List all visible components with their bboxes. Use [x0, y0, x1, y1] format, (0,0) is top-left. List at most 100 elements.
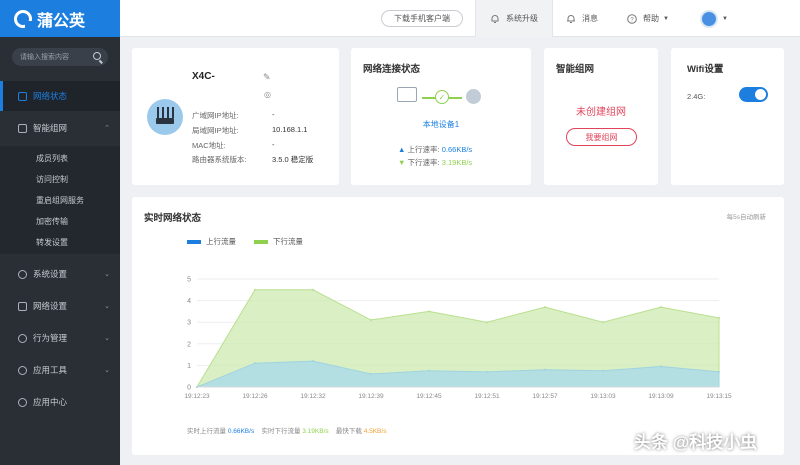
user-menu[interactable]: ▼	[700, 0, 728, 37]
dashboard-icon	[18, 91, 27, 101]
smart-mesh-title: 智能组网	[556, 64, 595, 75]
bell-icon	[491, 14, 499, 23]
chevron-down-icon: ⌄	[104, 335, 110, 342]
hide-eye-icon[interactable]: ◎	[264, 90, 271, 99]
top-bar: 蒲公英 下载手机客户端 系统升级 消息 ? 帮助 ▼ ▼	[0, 0, 800, 37]
data-point	[428, 369, 430, 372]
messages-label: 消息	[582, 14, 598, 23]
search-icon[interactable]	[93, 52, 101, 60]
app-center-icon	[18, 397, 27, 407]
dandelion-logo-icon	[14, 9, 32, 28]
data-point	[718, 316, 720, 319]
x-tick-label: 19:12:39	[358, 393, 384, 400]
sidebar-item-system-settings[interactable]: 系统设置 ⌄	[0, 259, 120, 289]
submenu-item-restart-service[interactable]: 重启组网服务	[36, 195, 84, 206]
x-tick-label: 19:13:09	[648, 393, 674, 400]
arrow-down-icon: ▼	[398, 158, 406, 167]
system-upgrade-button[interactable]: 系统升级	[475, 0, 553, 37]
local-device-link[interactable]: 本地设备1	[351, 119, 531, 130]
wifi-toggle[interactable]	[739, 87, 768, 102]
y-tick-label: 3	[187, 320, 191, 327]
traffic-area-chart: 0 1 2 3 4 5 19:12:23 19:12:26 19:12:32 19:12:39 19…	[184, 277, 732, 401]
x-tick-label: 19:12:45	[416, 393, 442, 400]
router-icon	[147, 99, 183, 135]
download-rate-label: 下行速率:	[407, 158, 440, 167]
behavior-icon	[18, 333, 27, 343]
x-tick-label: 19:12:23	[184, 393, 210, 400]
realtime-network-card: 实时网络状态 每5s自动刷新 上行流量 下行流量 0 1 2 3 4 5 19:12:23 1…	[132, 197, 784, 455]
submenu-smart-mesh: 成员列表 访问控制 重启组网服务 加密传输 转发设置	[0, 146, 120, 254]
sidebar-item-app-center[interactable]: 应用中心	[0, 387, 120, 417]
realtime-download-value: 3.19KB/s	[302, 428, 329, 435]
data-point	[428, 310, 430, 313]
device-name: X4C-	[192, 71, 215, 82]
edit-icon[interactable]: ✎	[263, 72, 271, 83]
sidebar-item-label: 系统设置	[33, 269, 68, 279]
data-point	[718, 370, 720, 373]
firmware-label: 路由器系统版本:	[192, 155, 247, 164]
y-tick-label: 1	[187, 363, 191, 370]
mac-label: MAC地址:	[192, 141, 226, 150]
sidebar-item-network-status[interactable]: 网络状态	[0, 81, 120, 111]
submenu-item-encryption[interactable]: 加密传输	[36, 216, 68, 227]
data-point	[602, 369, 604, 372]
wifi-band-label: 2.4G:	[687, 92, 706, 101]
network-icon	[18, 301, 27, 311]
toggle-knob	[755, 89, 766, 100]
chevron-down-icon: ▼	[722, 15, 728, 22]
create-mesh-button[interactable]: 我要组网	[566, 128, 637, 146]
chevron-down-icon: ⌄	[104, 367, 110, 374]
data-point	[660, 365, 662, 368]
avatar	[700, 9, 718, 28]
download-rate-value: 3.19KB/s	[441, 158, 473, 167]
data-point	[544, 368, 546, 371]
realtime-upload-label: 实时上行流量	[187, 428, 226, 435]
upload-rate-label: 上行速率:	[407, 145, 440, 154]
smart-mesh-card: 智能组网 未创建组网 我要组网	[544, 48, 658, 185]
chevron-down-icon: ▼	[663, 15, 669, 22]
device-info-card: X4C- ✎ ◎ 广域网IP地址: - 局域网IP地址: 10.168.1.1 …	[132, 48, 339, 185]
search-placeholder: 请输入搜索内容	[20, 54, 69, 61]
data-point	[486, 321, 488, 324]
data-point	[602, 321, 604, 324]
data-point	[660, 306, 662, 309]
messages-button[interactable]: 消息	[566, 0, 598, 37]
notification-bell-icon	[567, 14, 575, 23]
upload-rate-value: 0.66KB/s	[441, 145, 473, 154]
computer-icon	[397, 87, 417, 102]
submenu-item-forwarding[interactable]: 转发设置	[36, 237, 68, 248]
sidebar-item-label: 网络设置	[33, 301, 68, 311]
sidebar-item-app-tools[interactable]: 应用工具 ⌄	[0, 355, 120, 385]
wifi-settings-title: Wifi设置	[687, 64, 724, 75]
mac-value: -	[272, 140, 275, 149]
y-tick-label: 5	[187, 277, 191, 284]
x-tick-label: 19:12:26	[242, 393, 268, 400]
chevron-down-icon: ⌄	[104, 303, 110, 310]
network-status-title: 网络连接状态	[363, 64, 421, 75]
brand-name: 蒲公英	[37, 12, 86, 30]
sidebar-item-label: 行为管理	[33, 333, 68, 343]
search-input[interactable]: 请输入搜索内容	[12, 48, 108, 66]
sidebar-item-smart-mesh[interactable]: 智能组网 ⌃	[0, 113, 120, 143]
download-rate-row: ▼ 下行速率: 3.19KB/s	[398, 157, 472, 168]
help-menu[interactable]: ? 帮助 ▼	[627, 0, 669, 37]
brand-logo[interactable]: 蒲公英	[0, 0, 120, 37]
wifi-settings-card: Wifi设置 2.4G:	[671, 48, 784, 185]
submenu-item-access-control[interactable]: 访问控制	[36, 174, 68, 185]
arrow-up-icon: ▲	[398, 145, 406, 154]
download-app-button[interactable]: 下载手机客户端	[381, 10, 463, 27]
mesh-icon	[18, 123, 27, 133]
submenu-item-members[interactable]: 成员列表	[36, 153, 68, 164]
realtime-footer-stats: 实时上行流量 0.66KB/s 实时下行流量 3.19KB/s 最快下载 4.5…	[187, 425, 386, 435]
sidebar-item-label: 应用工具	[33, 365, 68, 375]
sidebar-item-network-settings[interactable]: 网络设置 ⌄	[0, 291, 120, 321]
data-point	[312, 360, 314, 363]
y-tick-label: 4	[187, 298, 191, 305]
wan-ip-value: -	[272, 110, 275, 119]
data-point	[370, 319, 372, 322]
sidebar-item-behavior-management[interactable]: 行为管理 ⌄	[0, 323, 120, 353]
max-download-label: 最快下载	[335, 428, 362, 435]
sidebar-item-label: 网络状态	[33, 91, 68, 101]
globe-icon	[466, 89, 481, 104]
x-tick-label: 19:12:51	[474, 393, 500, 400]
